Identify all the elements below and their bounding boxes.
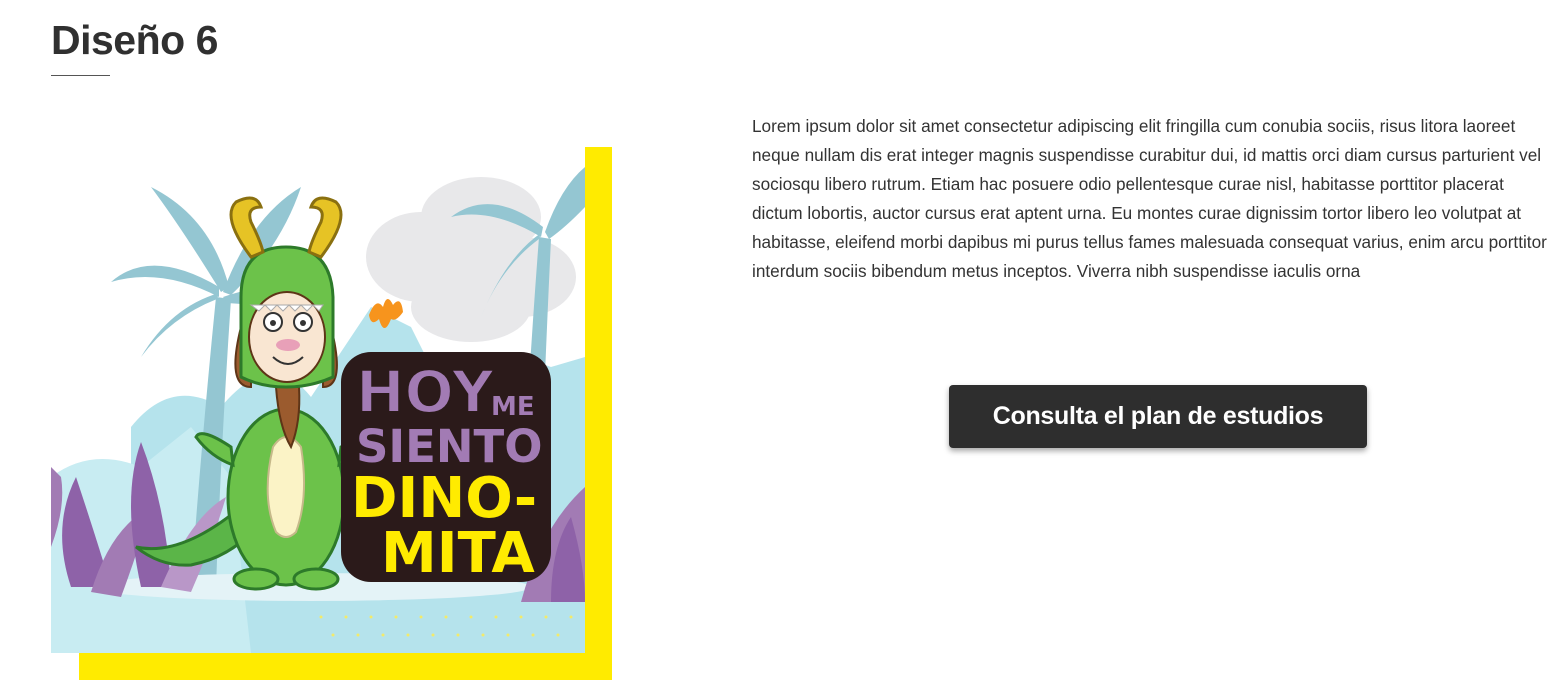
page-title: Diseño 6 <box>51 17 218 63</box>
title-underline <box>51 75 110 76</box>
caption-line-mita: MITA <box>381 521 535 586</box>
caption-line-me: ME <box>491 392 535 422</box>
frame-accent-right <box>585 147 612 680</box>
frame-accent-bottom <box>79 653 612 680</box>
description-text: Lorem ipsum dolor sit amet consectetur a… <box>752 116 1547 281</box>
dino-artwork: HOY ME SIENTO DINO- MITA <box>51 147 585 653</box>
dino-illustration: HOY ME SIENTO DINO- MITA <box>51 147 612 680</box>
caption-line-hoy: HOY <box>356 358 495 426</box>
sticker-caption: HOY ME SIENTO DINO- MITA <box>341 352 551 586</box>
study-plan-button[interactable]: Consulta el plan de estudios <box>949 385 1367 448</box>
